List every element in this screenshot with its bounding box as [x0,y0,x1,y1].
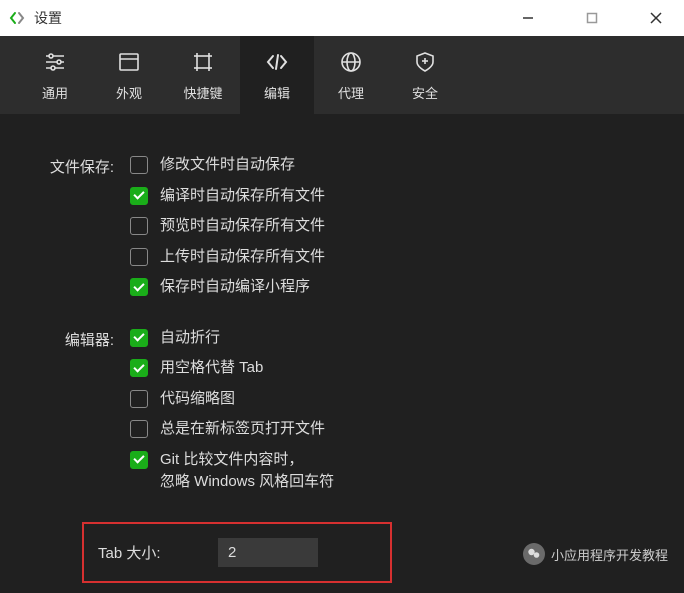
option-label: 代码缩略图 [160,388,235,411]
content-area: 通用 外观 快捷键 编辑 代理 [0,36,684,593]
checkbox[interactable] [130,451,148,469]
option-spaces-for-tab[interactable]: 用空格代替 Tab [130,357,654,380]
editor-options: 自动折行 用空格代替 Tab 代码缩略图 总是在新标签页打开文件 Git 比较文… [130,327,654,502]
tab-edit[interactable]: 编辑 [240,36,314,114]
tab-general[interactable]: 通用 [18,36,92,114]
window-icon [116,49,142,75]
section-label: 文件保存: [30,154,130,307]
option-save-on-modify[interactable]: 修改文件时自动保存 [130,154,654,177]
tab-label: 通用 [42,83,68,102]
option-save-on-preview[interactable]: 预览时自动保存所有文件 [130,215,654,238]
option-label: 保存时自动编译小程序 [160,276,310,299]
checkbox[interactable] [130,187,148,205]
tab-label: 代理 [338,83,364,102]
crop-icon [190,49,216,75]
option-save-on-compile[interactable]: 编译时自动保存所有文件 [130,185,654,208]
option-git-ignore-cr[interactable]: Git 比较文件内容时， 忽略 Windows 风格回车符 [130,449,654,494]
option-minimap[interactable]: 代码缩略图 [130,388,654,411]
option-label: Git 比较文件内容时， 忽略 Windows 风格回车符 [160,449,334,494]
section-label: 编辑器: [30,327,130,502]
wechat-icon [523,543,545,565]
option-label: 预览时自动保存所有文件 [160,215,325,238]
checkbox[interactable] [130,420,148,438]
checkbox[interactable] [130,278,148,296]
option-label: 总是在新标签页打开文件 [160,418,325,441]
tab-size-highlight: Tab 大小: [82,522,392,583]
window-controls [508,3,676,33]
tab-label: 外观 [116,83,142,102]
watermark: 小应用程序开发教程 [523,543,668,565]
watermark-text: 小应用程序开发教程 [551,545,668,564]
checkbox[interactable] [130,248,148,266]
globe-icon [338,49,364,75]
option-label: 修改文件时自动保存 [160,154,295,177]
option-save-on-upload[interactable]: 上传时自动保存所有文件 [130,246,654,269]
tab-proxy[interactable]: 代理 [314,36,388,114]
option-label: 用空格代替 Tab [160,357,263,380]
titlebar: 设置 [0,0,684,36]
minimize-button[interactable] [508,3,548,33]
tab-shortcuts[interactable]: 快捷键 [166,36,240,114]
checkbox[interactable] [130,390,148,408]
option-label: 编译时自动保存所有文件 [160,185,325,208]
option-compile-on-save[interactable]: 保存时自动编译小程序 [130,276,654,299]
shield-icon [412,49,438,75]
tab-appearance[interactable]: 外观 [92,36,166,114]
maximize-button[interactable] [572,3,612,33]
section-file-save: 文件保存: 修改文件时自动保存 编译时自动保存所有文件 预览时自动保存所有文件 … [30,154,654,307]
option-label: 自动折行 [160,327,220,350]
tab-label: 安全 [412,83,438,102]
checkbox[interactable] [130,217,148,235]
close-button[interactable] [636,3,676,33]
option-word-wrap[interactable]: 自动折行 [130,327,654,350]
checkbox[interactable] [130,329,148,347]
window-title: 设置 [34,8,508,28]
tab-security[interactable]: 安全 [388,36,462,114]
file-save-options: 修改文件时自动保存 编译时自动保存所有文件 预览时自动保存所有文件 上传时自动保… [130,154,654,307]
option-new-tab[interactable]: 总是在新标签页打开文件 [130,418,654,441]
sliders-icon [42,49,68,75]
tab-label: 编辑 [264,83,290,102]
checkbox[interactable] [130,156,148,174]
section-editor: 编辑器: 自动折行 用空格代替 Tab 代码缩略图 总是在新标签页打开文件 [30,327,654,502]
app-icon [8,9,26,27]
code-icon [264,49,290,75]
settings-body: 文件保存: 修改文件时自动保存 编译时自动保存所有文件 预览时自动保存所有文件 … [0,114,684,593]
option-label: 上传时自动保存所有文件 [160,246,325,269]
tab-size-label: Tab 大小: [98,542,218,563]
tab-label: 快捷键 [183,83,222,102]
settings-tabs: 通用 外观 快捷键 编辑 代理 [0,36,684,114]
checkbox[interactable] [130,359,148,377]
tab-size-input[interactable] [218,538,318,567]
